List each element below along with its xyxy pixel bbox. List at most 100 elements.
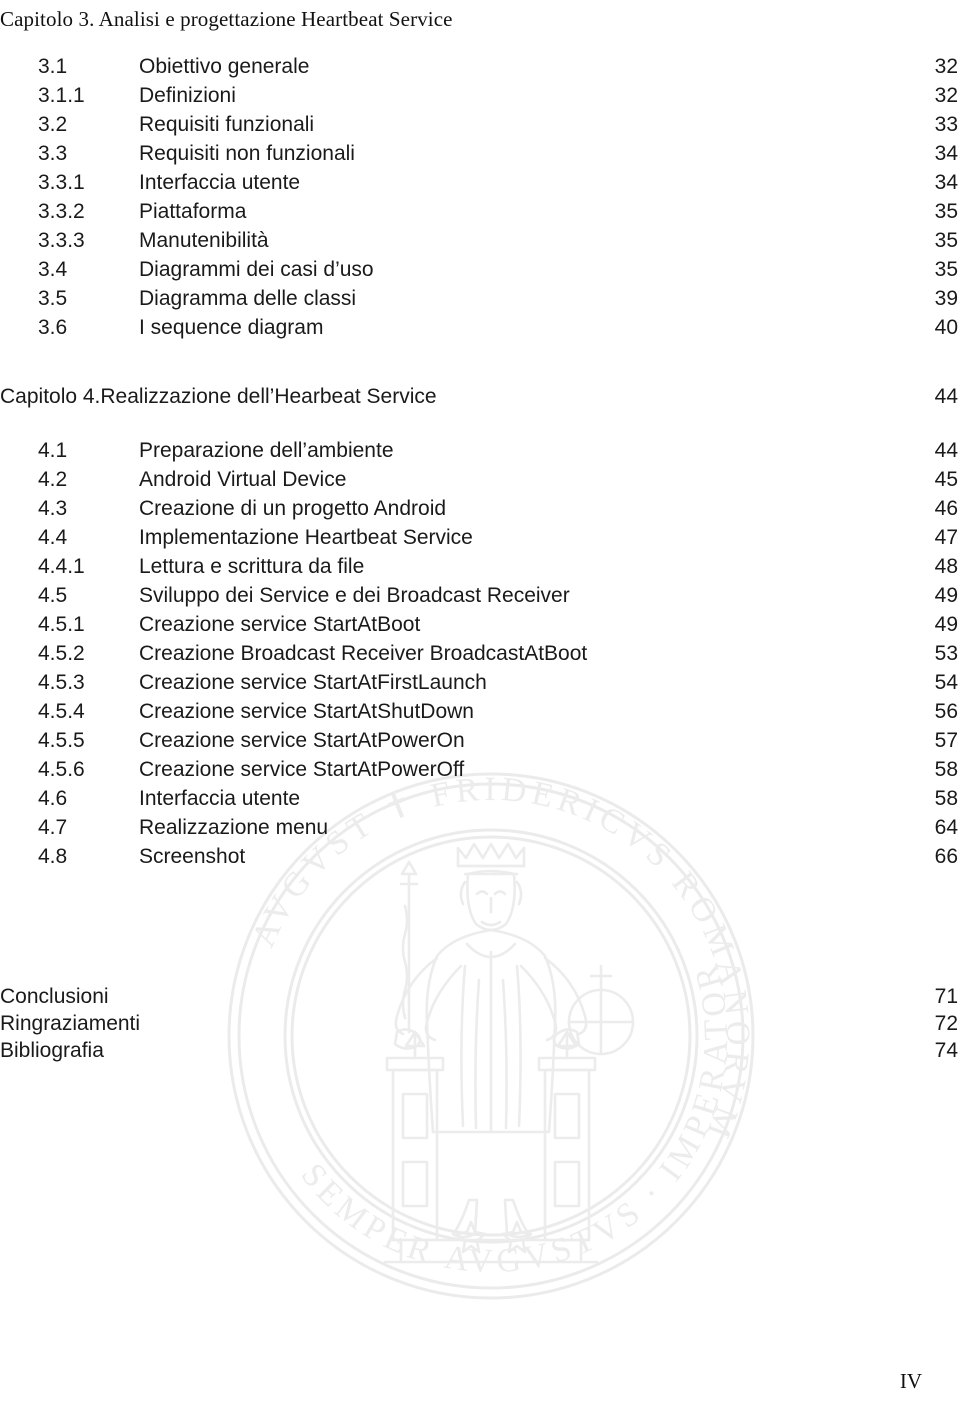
chapter-3-heading: Capitolo 3. Analisi e progettazione Hear… [0,7,453,31]
toc-entry-number: 3.6 [38,316,68,339]
toc-entry-page: 35 [934,200,958,223]
toc-entry-number: 4.5.6 [38,758,85,781]
toc-entry-label: Ringraziamenti [0,1012,141,1035]
toc-entry-page: 34 [934,142,958,165]
toc-entry-page: 35 [934,229,958,252]
toc-entry-label: Creazione service StartAtPowerOn [139,729,465,752]
toc-entry-number: 3.4 [38,258,68,281]
toc-entry-label: Requisiti funzionali [139,113,315,136]
toc-entry-3-4[interactable]: 3.4 Diagrammi dei casi d’uso 35 [0,256,960,283]
toc-entry-label: Manutenibilità [139,229,269,252]
toc-entry-label: Interfaccia utente [139,787,301,810]
toc-entry-number: 3.3.2 [38,200,85,223]
toc-entry-4-5[interactable]: 4.5 Sviluppo dei Service e dei Broadcast… [0,582,960,609]
toc-entry-label: Conclusioni [0,985,109,1008]
toc-entry-4-5-6[interactable]: 4.5.6 Creazione service StartAtPowerOff … [0,756,960,783]
toc-entry-number: 4.5 [38,584,68,607]
toc-entry-number: 4.4.1 [38,555,85,578]
chapter-4-heading-page: 44 [934,385,958,408]
toc-entry-4-6[interactable]: 4.6 Interfaccia utente 58 [0,785,960,812]
toc-entry-bibliografia[interactable]: Bibliografia 74 [0,1037,960,1064]
toc-entry-label: Bibliografia [0,1039,104,1062]
toc-entry-label: Definizioni [139,84,236,107]
toc-entry-label: Requisiti non funzionali [139,142,355,165]
toc-entry-page: 40 [934,316,958,339]
toc-entry-page: 47 [934,526,958,549]
toc-entry-number: 4.4 [38,526,68,549]
toc-entry-4-5-2[interactable]: 4.5.2 Creazione Broadcast Receiver Broad… [0,640,960,667]
toc-entry-page: 46 [934,497,958,520]
toc-entry-number: 4.6 [38,787,68,810]
chapter-4-heading: Capitolo 4.Realizzazione dell’Hearbeat S… [0,385,437,408]
toc-entry-number: 4.5.2 [38,642,85,665]
toc-entry-3-6[interactable]: 3.6 I sequence diagram 40 [0,314,960,341]
toc-entry-label: Piattaforma [139,200,247,223]
toc-entry-page: 49 [934,584,958,607]
toc-entry-label: I sequence diagram [139,316,324,339]
toc-entry-number: 4.7 [38,816,68,839]
toc-entry-3-3-3[interactable]: 3.3.3 Manutenibilità 35 [0,227,960,254]
toc-entry-page: 58 [934,787,958,810]
toc-entry-4-1[interactable]: 4.1 Preparazione dell’ambiente 44 [0,437,960,464]
toc-entry-3-1[interactable]: 3.1 Obiettivo generale 32 [0,53,960,80]
toc-entry-number: 3.3.1 [38,171,85,194]
toc-entry-3-3-1[interactable]: 3.3.1 Interfaccia utente 34 [0,169,960,196]
toc-entry-number: 3.3.3 [38,229,85,252]
toc-entry-label: Lettura e scrittura da file [139,555,365,578]
toc-entry-4-5-5[interactable]: 4.5.5 Creazione service StartAtPowerOn 5… [0,727,960,754]
toc-entry-conclusioni[interactable]: Conclusioni 71 [0,983,960,1010]
toc-entry-4-4[interactable]: 4.4 Implementazione Heartbeat Service 47 [0,524,960,551]
toc-entry-4-4-1[interactable]: 4.4.1 Lettura e scrittura da file 48 [0,553,960,580]
toc-entry-3-2[interactable]: 3.2 Requisiti funzionali 33 [0,111,960,138]
toc-entry-page: 56 [934,700,958,723]
toc-entry-4-2[interactable]: 4.2 Android Virtual Device 45 [0,466,960,493]
toc-entry-page: 44 [934,439,958,462]
toc-entry-3-3-2[interactable]: 3.3.2 Piattaforma 35 [0,198,960,225]
toc-entry-number: 4.2 [38,468,68,491]
toc-entry-number: 3.3 [38,142,68,165]
toc-entry-number: 4.3 [38,497,68,520]
toc-entry-page: 48 [934,555,958,578]
toc-entry-4-5-1[interactable]: 4.5.1 Creazione service StartAtBoot 49 [0,611,960,638]
toc-entry-label: Creazione Broadcast Receiver BroadcastAt… [139,642,588,665]
toc-entry-page: 58 [934,758,958,781]
toc-entry-number: 3.1.1 [38,84,85,107]
toc-entry-label: Diagrammi dei casi d’uso [139,258,374,281]
toc-entry-number: 4.5.5 [38,729,85,752]
toc-entry-ringraziamenti[interactable]: Ringraziamenti 72 [0,1010,960,1037]
toc-entry-4-5-3[interactable]: 4.5.3 Creazione service StartAtFirstLaun… [0,669,960,696]
page-folio: IV [899,1369,922,1393]
toc-entry-4-3[interactable]: 4.3 Creazione di un progetto Android 46 [0,495,960,522]
toc-entry-3-1-1[interactable]: 3.1.1 Definizioni 32 [0,82,960,109]
toc-entry-4-8[interactable]: 4.8 Screenshot 66 [0,843,960,870]
toc-entry-label: Diagramma delle classi [139,287,357,310]
toc-entry-label: Preparazione dell’ambiente [139,439,394,462]
toc-entry-4-5-4[interactable]: 4.5.4 Creazione service StartAtShutDown … [0,698,960,725]
toc-entry-label: Interfaccia utente [139,171,301,194]
toc-entry-page: 66 [934,845,958,868]
toc-entry-label: Obiettivo generale [139,55,310,78]
toc-entry-page: 32 [934,84,958,107]
toc-entry-3-5[interactable]: 3.5 Diagramma delle classi 39 [0,285,960,312]
toc-page: Capitolo 3. Analisi e progettazione Hear… [0,0,960,1412]
toc-entry-label: Creazione service StartAtShutDown [139,700,474,723]
toc-entry-page: 74 [934,1039,958,1062]
toc-entry-label: Screenshot [139,845,246,868]
toc-entry-number: 3.2 [38,113,68,136]
toc-entry-label: Realizzazione menu [139,816,329,839]
toc-entry-page: 32 [934,55,958,78]
toc-entry-page: 72 [934,1012,958,1035]
toc-entry-page: 45 [934,468,958,491]
toc-entry-4-7[interactable]: 4.7 Realizzazione menu 64 [0,814,960,841]
toc-entry-label: Implementazione Heartbeat Service [139,526,473,549]
toc-entry-page: 39 [934,287,958,310]
toc-entry-number: 3.1 [38,55,68,78]
toc-entry-page: 35 [934,258,958,281]
toc-entry-page: 54 [934,671,958,694]
toc-entry-page: 53 [934,642,958,665]
toc-entry-number: 4.1 [38,439,68,462]
toc-entry-chapter-4[interactable]: Capitolo 4.Realizzazione dell’Hearbeat S… [0,383,960,410]
toc-entry-3-3[interactable]: 3.3 Requisiti non funzionali 34 [0,140,960,167]
toc-entry-label: Creazione service StartAtBoot [139,613,421,636]
toc-entry-page: 33 [934,113,958,136]
